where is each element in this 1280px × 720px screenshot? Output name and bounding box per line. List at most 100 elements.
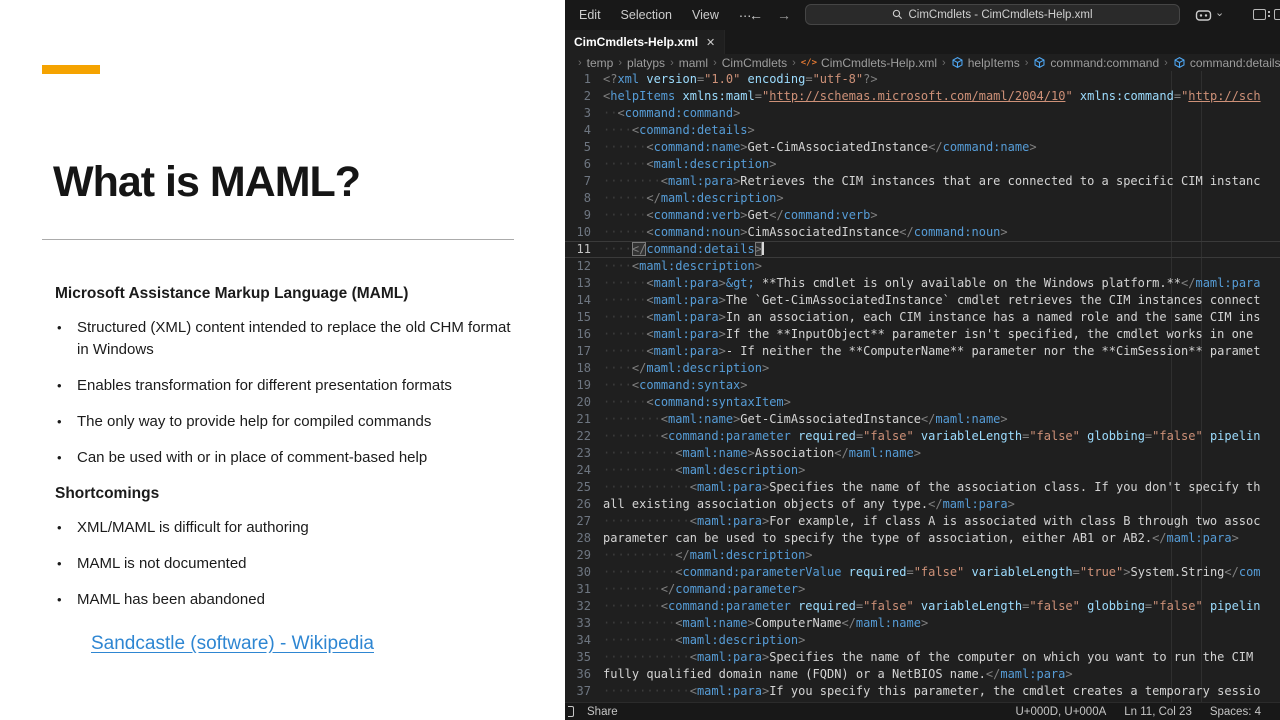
code-line[interactable]: 24··········<maml:description>	[565, 462, 1280, 479]
code-line[interactable]: 29··········</maml:description>	[565, 547, 1280, 564]
code-line[interactable]: 28parameter can be used to specify the t…	[565, 530, 1280, 547]
line-content: ····</command:details>	[591, 241, 1280, 258]
code-line[interactable]: 14······<maml:para>The `Get-CimAssociate…	[565, 292, 1280, 309]
line-number: 16	[565, 326, 591, 343]
line-content: ····<command:syntax>	[591, 377, 1280, 394]
breadcrumb-item[interactable]: temp	[587, 56, 614, 70]
code-line[interactable]: 6······<maml:description>	[565, 156, 1280, 173]
code-line[interactable]: 34··········<maml:description>	[565, 632, 1280, 649]
line-number: 28	[565, 530, 591, 547]
breadcrumb-label: CimCmdlets	[722, 56, 787, 70]
customize-layout-icon[interactable]	[1253, 9, 1266, 20]
breadcrumb-item[interactable]: CimCmdlets	[722, 56, 787, 70]
breadcrumb-separator: ›	[670, 57, 674, 69]
code-line[interactable]: 18····</maml:description>	[565, 360, 1280, 377]
menu-item-selection[interactable]: Selection	[611, 8, 682, 22]
code-line[interactable]: 12····<maml:description>	[565, 258, 1280, 275]
code-line[interactable]: 37············<maml:para>If you specify …	[565, 683, 1280, 700]
line-number: 35	[565, 649, 591, 666]
tab-cimcmdlets-help[interactable]: CimCmdlets-Help.xml ✕	[565, 30, 725, 54]
code-line[interactable]: 21········<maml:name>Get-CimAssociatedIn…	[565, 411, 1280, 428]
code-line[interactable]: 11····</command:details>	[565, 241, 1280, 258]
code-line[interactable]: 15······<maml:para>In an association, ea…	[565, 309, 1280, 326]
code-line[interactable]: 2<helpItems xmlns:maml="http://schemas.m…	[565, 88, 1280, 105]
section-heading: Shortcomings	[55, 483, 517, 505]
close-icon[interactable]: ✕	[706, 36, 715, 49]
symbol-namespace-icon	[1173, 56, 1186, 69]
status-share[interactable]: Share	[578, 706, 627, 718]
code-line[interactable]: 22········<command:parameter required="f…	[565, 428, 1280, 445]
line-number: 37	[565, 683, 591, 700]
line-content: ··········<maml:name>ComputerName</maml:…	[591, 615, 1280, 632]
line-number: 34	[565, 632, 591, 649]
status-bar: Share U+000D, U+000A Ln 11, Col 23 Space…	[565, 702, 1280, 720]
status-eol[interactable]: U+000D, U+000A	[1006, 706, 1115, 718]
menu-bar: EditSelectionView⋯	[569, 0, 761, 30]
code-line[interactable]: 7········<maml:para>Retrieves the CIM in…	[565, 173, 1280, 190]
code-line[interactable]: 3··<command:command>	[565, 105, 1280, 122]
panel-icon[interactable]	[1274, 9, 1280, 20]
code-line[interactable]: 36fully qualified domain name (FQDN) or …	[565, 666, 1280, 683]
status-cursor-position[interactable]: Ln 11, Col 23	[1115, 706, 1201, 718]
status-indentation[interactable]: Spaces: 4	[1201, 706, 1270, 718]
code-line[interactable]: 20······<command:syntaxItem>	[565, 394, 1280, 411]
code-line[interactable]: 19····<command:syntax>	[565, 377, 1280, 394]
breadcrumb-item[interactable]: command:command	[1033, 56, 1159, 70]
line-number: 14	[565, 292, 591, 309]
code-line[interactable]: 13······<maml:para>&gt; **This cmdlet is…	[565, 275, 1280, 292]
code-line[interactable]: 26all existing association objects of an…	[565, 496, 1280, 513]
line-content: ······<maml:description>	[591, 156, 1280, 173]
code-line[interactable]: 25············<maml:para>Specifies the n…	[565, 479, 1280, 496]
section-heading: Microsoft Assistance Markup Language (MA…	[55, 283, 517, 305]
code-line[interactable]: 9······<command:verb>Get</command:verb>	[565, 207, 1280, 224]
breadcrumb-separator: ›	[1025, 57, 1029, 69]
code-line[interactable]: 23··········<maml:name>Association</maml…	[565, 445, 1280, 462]
command-center[interactable]: CimCmdlets - CimCmdlets-Help.xml	[805, 4, 1180, 25]
breadcrumb-item[interactable]: maml	[679, 56, 708, 70]
code-line[interactable]: 17······<maml:para>- If neither the **Co…	[565, 343, 1280, 360]
line-content: <?xml version="1.0" encoding="utf-8"?>	[591, 71, 1280, 88]
code-line[interactable]: 1<?xml version="1.0" encoding="utf-8"?>	[565, 71, 1280, 88]
code-line[interactable]: 30··········<command:parameterValue requ…	[565, 564, 1280, 581]
breadcrumb-label: command:command	[1050, 56, 1159, 70]
breadcrumb-item[interactable]: command:details	[1173, 56, 1280, 70]
line-number: 6	[565, 156, 591, 173]
breadcrumb-item[interactable]: </> CimCmdlets-Help.xml	[801, 56, 937, 70]
line-content: ········<maml:para>Retrieves the CIM ins…	[591, 173, 1280, 190]
symbol-namespace-icon	[951, 56, 964, 69]
menu-item-edit[interactable]: Edit	[569, 8, 611, 22]
code-line[interactable]: 33··········<maml:name>ComputerName</mam…	[565, 615, 1280, 632]
bullet-item: MAML is not documented	[77, 553, 517, 575]
code-line[interactable]: 27············<maml:para>For example, if…	[565, 513, 1280, 530]
code-line[interactable]: 8······</maml:description>	[565, 190, 1280, 207]
breadcrumb-item[interactable]: helpItems	[951, 56, 1020, 70]
line-number: 10	[565, 224, 591, 241]
line-number: 8	[565, 190, 591, 207]
breadcrumb-label: CimCmdlets-Help.xml	[821, 56, 937, 70]
line-content: ······<maml:para>If the **InputObject** …	[591, 326, 1280, 343]
line-content: fully qualified domain name (FQDN) or a …	[591, 666, 1280, 683]
chevron-down-icon[interactable]: ⌄	[1215, 6, 1224, 19]
code-line[interactable]: 10······<command:noun>CimAssociatedInsta…	[565, 224, 1280, 241]
xml-code-icon: </>	[801, 58, 817, 68]
copilot-icon[interactable]	[1195, 7, 1212, 23]
code-line[interactable]: 16······<maml:para>If the **InputObject*…	[565, 326, 1280, 343]
breadcrumb-label: command:details	[1190, 56, 1280, 70]
line-content: ··········<maml:description>	[591, 462, 1280, 479]
breadcrumb-item[interactable]: platyps	[627, 56, 665, 70]
forward-button[interactable]: →	[777, 0, 791, 30]
code-line[interactable]: 4····<command:details>	[565, 122, 1280, 139]
line-content: ············<maml:para>If you specify th…	[591, 683, 1280, 700]
code-line[interactable]: 5······<command:name>Get-CimAssociatedIn…	[565, 139, 1280, 156]
line-content: ······<maml:para>The `Get-CimAssociatedI…	[591, 292, 1280, 309]
code-line[interactable]: 35············<maml:para>Specifies the n…	[565, 649, 1280, 666]
menu-item-view[interactable]: View	[682, 8, 729, 22]
code-line[interactable]: 32········<command:parameter required="f…	[565, 598, 1280, 615]
code-editor[interactable]: 1<?xml version="1.0" encoding="utf-8"?>2…	[565, 71, 1280, 702]
breadcrumb-label: maml	[679, 56, 708, 70]
wikipedia-link[interactable]: Sandcastle (software) - Wikipedia	[91, 633, 374, 655]
line-number: 1	[565, 71, 591, 88]
back-button[interactable]: ←	[749, 0, 763, 30]
code-line[interactable]: 31········</command:parameter>	[565, 581, 1280, 598]
line-content: ······</maml:description>	[591, 190, 1280, 207]
